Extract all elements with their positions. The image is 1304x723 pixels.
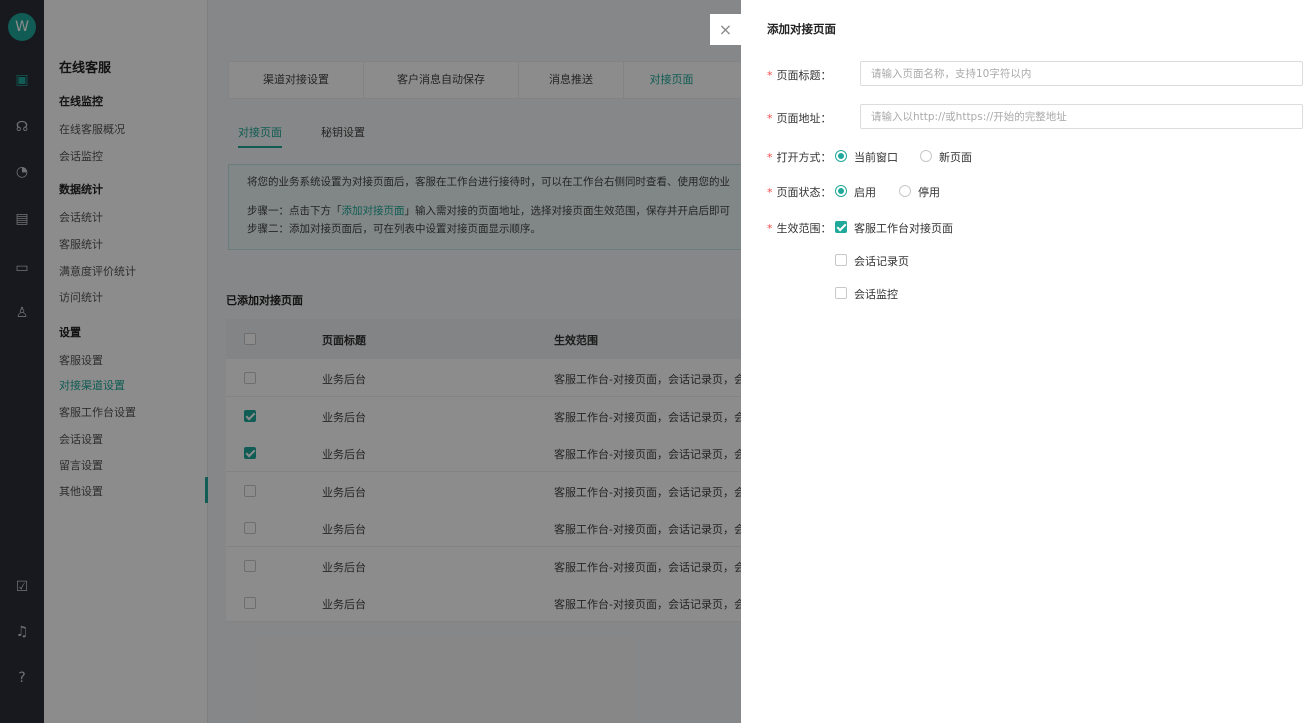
status-disable-radio[interactable] (899, 185, 911, 197)
status-label: * 页面状态： (767, 184, 832, 200)
scope-workbench-label[interactable]: 客服工作台对接页面 (854, 220, 953, 236)
required-mark: * (767, 69, 773, 82)
scope-monitor-checkbox[interactable] (835, 287, 847, 299)
scope-records-label[interactable]: 会话记录页 (854, 253, 909, 269)
required-mark: * (767, 151, 773, 164)
status-enable-radio[interactable] (835, 185, 847, 197)
page-title-label-text: 页面标题： (776, 69, 832, 82)
scope-records-checkbox[interactable] (835, 254, 847, 266)
required-mark: * (767, 222, 773, 235)
status-disable-label[interactable]: 停用 (918, 184, 940, 200)
drawer-title: 添加对接页面 (767, 22, 836, 36)
open-mode-new-label[interactable]: 新页面 (939, 149, 972, 165)
modal-overlay[interactable] (0, 0, 741, 723)
open-mode-new-radio[interactable] (920, 150, 932, 162)
status-label-text: 页面状态： (776, 186, 832, 199)
open-mode-label: * 打开方式： (767, 149, 832, 165)
open-mode-current-label[interactable]: 当前窗口 (854, 149, 898, 165)
open-mode-current-radio[interactable] (835, 150, 847, 162)
page-url-label-text: 页面地址： (776, 112, 832, 125)
page-url-input[interactable] (860, 104, 1303, 129)
scope-label: * 生效范围： (767, 220, 832, 236)
required-mark: * (767, 112, 773, 125)
page-title-label: * 页面标题： (767, 67, 832, 83)
scope-monitor-label[interactable]: 会话监控 (854, 286, 898, 302)
close-icon[interactable]: × (710, 14, 741, 45)
page-url-label: * 页面地址： (767, 110, 832, 126)
scope-workbench-checkbox[interactable] (835, 221, 847, 233)
scope-label-text: 生效范围： (776, 222, 832, 235)
add-page-drawer: 添加对接页面 *页面标题： *页面地址： *打开方式： 当前窗口 新页面 *页面… (741, 0, 1304, 723)
open-mode-label-text: 打开方式： (776, 151, 832, 164)
page-title-input[interactable] (860, 61, 1303, 86)
required-mark: * (767, 186, 773, 199)
status-enable-label[interactable]: 启用 (854, 184, 876, 200)
